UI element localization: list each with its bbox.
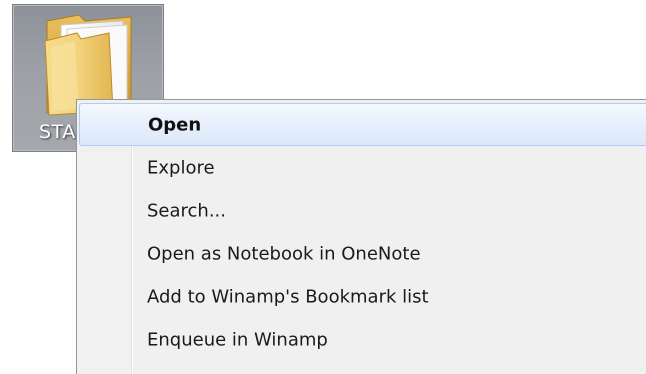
menu-list: Open Explore Search... Open as Notebook … [79, 103, 646, 361]
menu-item-label: Open as Notebook in OneNote [147, 243, 421, 264]
menu-item-open[interactable]: Open [79, 103, 646, 146]
menu-item-label: Explore [147, 157, 215, 178]
menu-item-label: Add to Winamp's Bookmark list [147, 286, 429, 307]
menu-item-open-as-notebook[interactable]: Open as Notebook in OneNote [79, 232, 646, 275]
desktop: STA Open Explore Search... Open as Noteb… [0, 0, 646, 374]
menu-item-enqueue-in-winamp[interactable]: Enqueue in Winamp [79, 318, 646, 361]
menu-item-label: Enqueue in Winamp [147, 329, 328, 350]
menu-item-label: Open [148, 114, 202, 135]
context-menu: Open Explore Search... Open as Notebook … [76, 99, 646, 374]
menu-item-explore[interactable]: Explore [79, 146, 646, 189]
folder-label: STA [39, 121, 76, 143]
menu-item-add-to-winamp-bookmark[interactable]: Add to Winamp's Bookmark list [79, 275, 646, 318]
menu-item-search[interactable]: Search... [79, 189, 646, 232]
menu-item-label: Search... [147, 200, 227, 221]
